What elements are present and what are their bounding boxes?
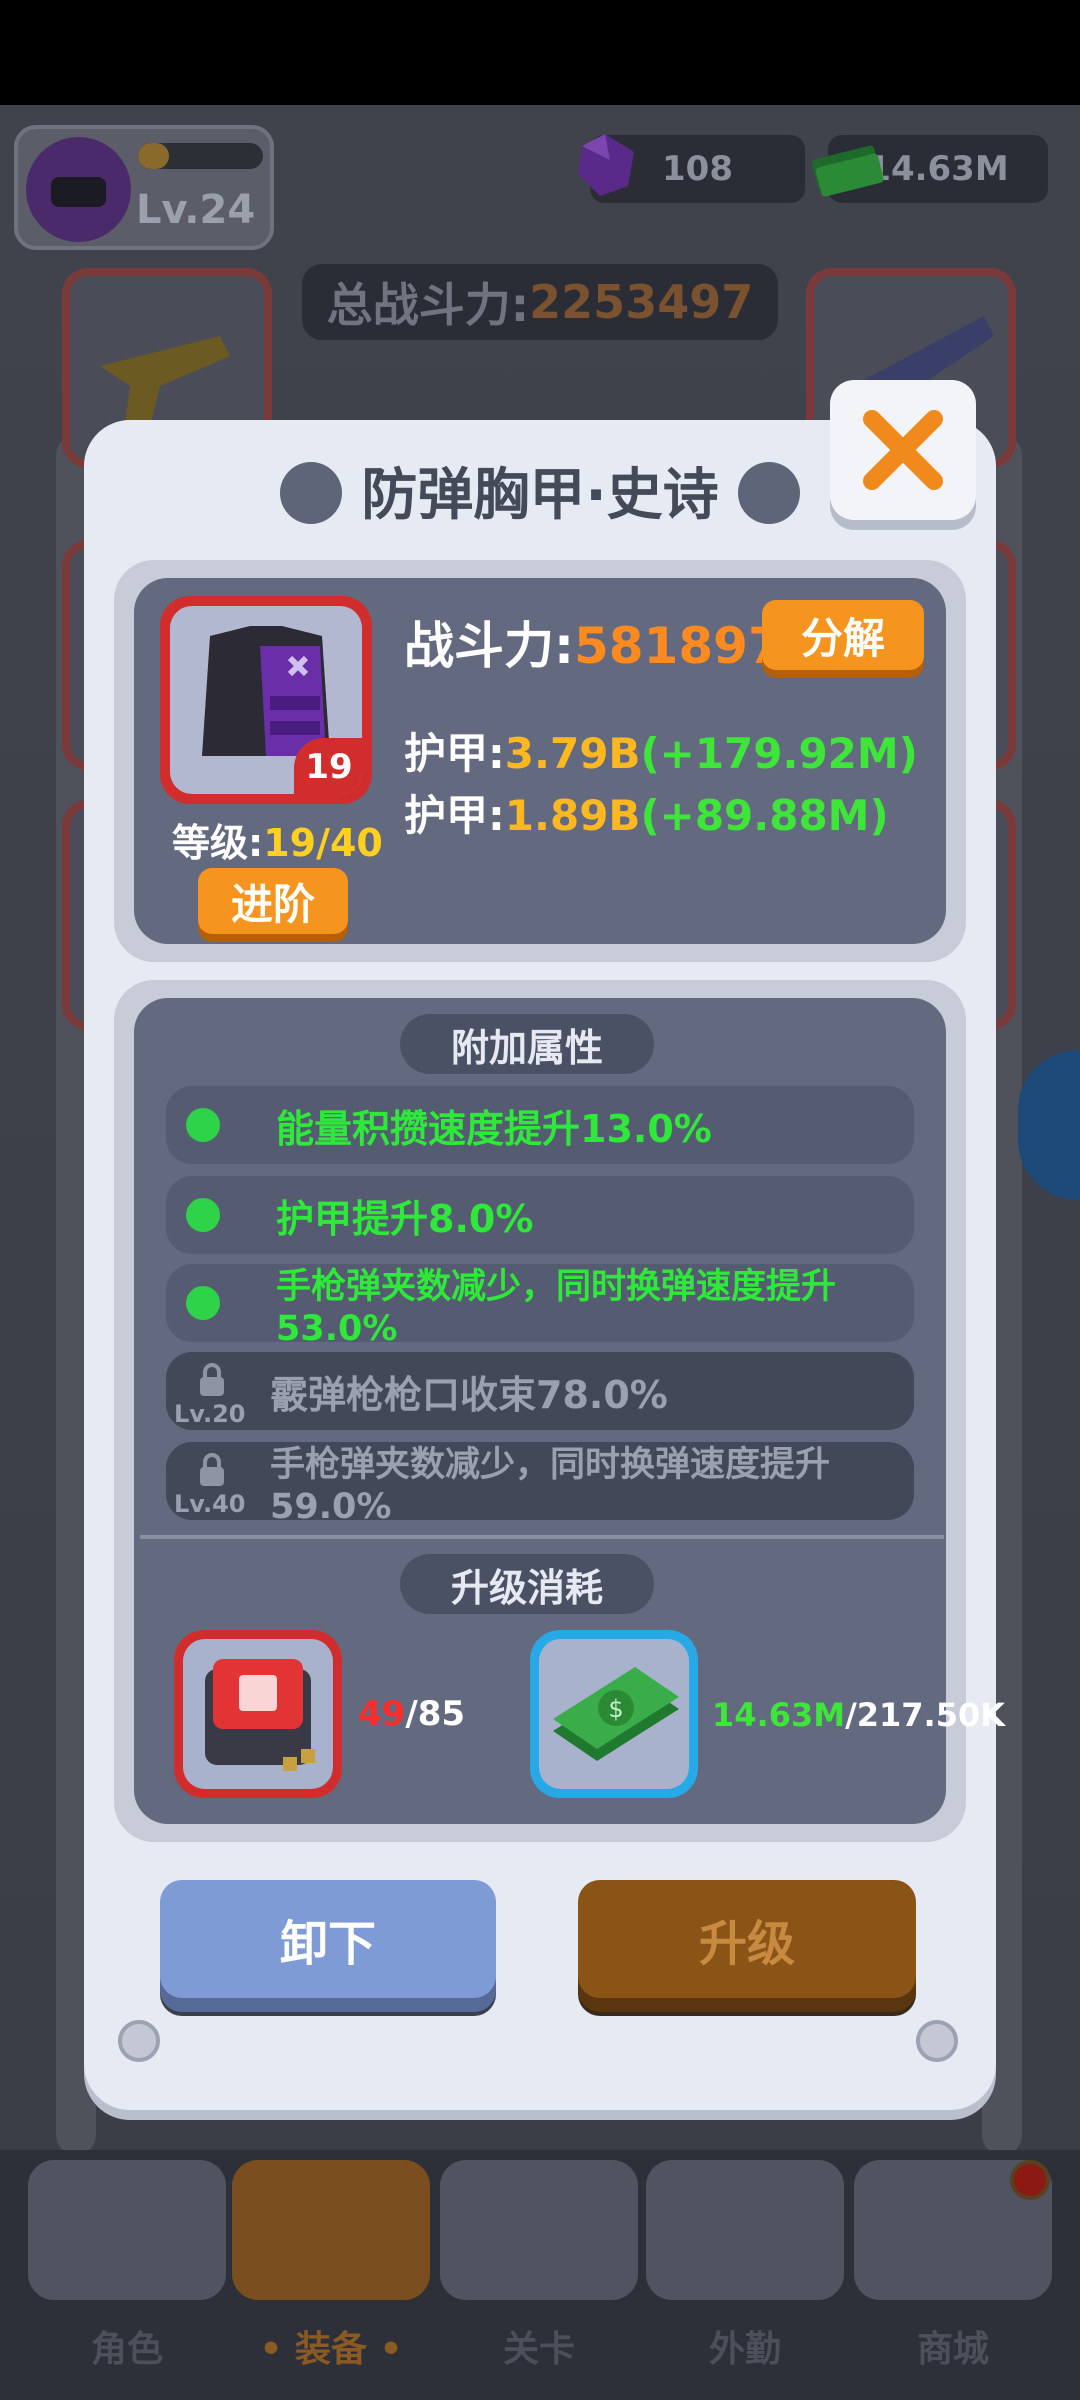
xp-bar [138, 143, 263, 169]
chip-icon [205, 1659, 315, 1771]
active-dot-icon [186, 1108, 220, 1142]
section-divider [140, 1535, 944, 1539]
nav-tab-character[interactable] [28, 2160, 226, 2300]
item-grade: 等级:19/40 [172, 821, 383, 865]
chip-cost-amount: 49/85 [358, 1694, 466, 1734]
gem-icon [578, 134, 634, 196]
item-stat-armor-2: 护甲:1.89B(+89.88M) [404, 791, 889, 840]
close-icon [863, 410, 943, 490]
nav-label-field: 外勤 [708, 2329, 781, 2370]
nav-label-equipment: • 装备 • [259, 2329, 403, 2370]
avatar[interactable] [26, 137, 131, 242]
disassemble-button[interactable]: 分解 [762, 600, 924, 670]
nav-label-character: 角色 [90, 2329, 163, 2370]
item-power-value: 581897 [574, 617, 783, 675]
attr-row-3: 手枪弹夹数减少，同时换弹速度提升53.0% [166, 1264, 914, 1349]
chip-cost-slot[interactable] [174, 1630, 342, 1798]
screw-left [118, 2020, 160, 2062]
cash-cost-amount: 14.63M/217.50K [712, 1696, 1006, 1734]
advance-button[interactable]: 进阶 [198, 868, 348, 934]
cash-cost-slot[interactable]: $ [530, 1630, 698, 1798]
total-power-value: 2253497 [529, 275, 754, 329]
active-dot-icon [186, 1198, 220, 1232]
game-screen: Lv.24 108 14.63M 总战斗力: 2253497 角色 • 装备 •… [0, 0, 1080, 2400]
player-level: Lv.24 [136, 187, 256, 233]
item-level-badge: 19 [294, 738, 362, 794]
nav-tab-equipment[interactable] [232, 2160, 430, 2300]
cash-stack-icon: $ [553, 1667, 679, 1761]
title-bolt-right [738, 461, 801, 524]
item-grade-value: 19/40 [263, 821, 383, 865]
nav-tab-stage[interactable] [440, 2160, 638, 2300]
notification-dot [1010, 2160, 1050, 2200]
upgrade-cost-heading: 升级消耗 [400, 1554, 654, 1614]
attr-row-5-locked: Lv.40 手枪弹夹数减少，同时换弹速度提升59.0% [166, 1442, 914, 1527]
total-power-banner: 总战斗力: 2253497 [302, 264, 778, 340]
unequip-button[interactable]: 卸下 [160, 1880, 496, 1998]
total-power-label: 总战斗力: [326, 278, 530, 332]
attr-row-2: 护甲提升8.0% [166, 1176, 914, 1254]
active-dot-icon [186, 1286, 220, 1320]
title-bolt-left [279, 461, 342, 524]
attr-row-1: 能量积攒速度提升13.0% [166, 1086, 914, 1164]
nav-label-shop: 商城 [916, 2329, 989, 2370]
svg-text:$: $ [608, 1695, 623, 1723]
nav-tab-field[interactable] [646, 2160, 844, 2300]
item-power: 战斗力:581897 [404, 617, 783, 675]
cash-icon [811, 145, 884, 197]
screw-right [916, 2020, 958, 2062]
upgrade-button[interactable]: 升级 [578, 1880, 916, 1998]
close-button[interactable] [830, 380, 976, 520]
item-stat-armor-1: 护甲:3.79B(+179.92M) [404, 729, 918, 778]
item-slot[interactable]: 19 [160, 596, 372, 804]
extra-attrs-heading: 附加属性 [400, 1014, 654, 1074]
nav-label-stage: 关卡 [502, 2329, 575, 2370]
lock-icon [200, 1363, 224, 1396]
modal-title: 防弹胸甲·史诗 [361, 463, 719, 528]
lock-level: Lv.40 [174, 1490, 246, 1518]
lock-level: Lv.20 [174, 1400, 246, 1428]
player-card[interactable]: Lv.24 [14, 125, 274, 250]
lock-icon [200, 1453, 224, 1486]
attr-row-4-locked: Lv.20 霰弹枪枪口收束78.0% [166, 1352, 914, 1430]
